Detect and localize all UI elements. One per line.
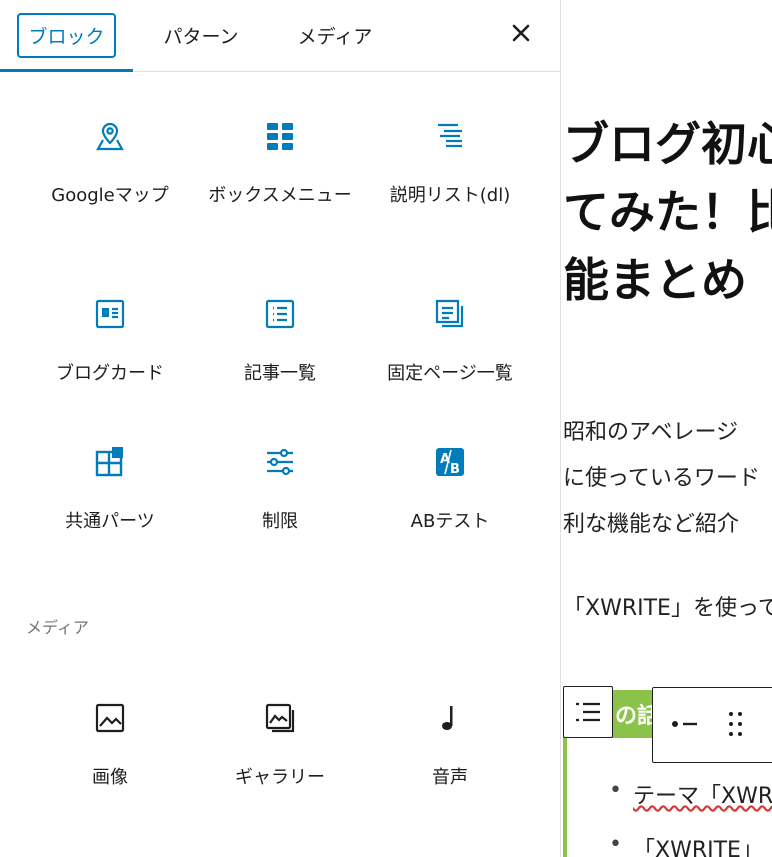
list-item-text: テーマ「XWRITE」 [633, 784, 772, 809]
block-gallery[interactable]: ギャラリー [195, 702, 365, 791]
block-label: ボックスメニュー [208, 185, 352, 206]
map-pin-icon [94, 120, 126, 152]
post-title-line: 能まとめ [563, 253, 747, 307]
list-item[interactable]: 「XWRITE」 [609, 832, 763, 857]
tab-patterns-label: パターン [163, 26, 239, 48]
block-box-menu[interactable]: ボックスメニュー [195, 120, 365, 209]
paragraph-block[interactable]: 昭和のアベレージ に使っているワード 利な機能など紹介 [563, 410, 772, 548]
block-label: 説明リスト(dl) [389, 185, 511, 206]
post-title-line: ブログ初心 [563, 117, 772, 171]
close-button[interactable] [502, 14, 540, 52]
block-label: Googleマップ [51, 185, 169, 206]
block-ab-test[interactable]: A B ABテスト [365, 446, 535, 535]
audio-icon [434, 702, 466, 734]
block-label: ギャラリー [235, 767, 325, 788]
blog-card-icon [94, 298, 126, 330]
paragraph-line: 利な機能など紹介 [563, 512, 740, 537]
list-view-button[interactable] [563, 686, 613, 738]
active-tab-indicator [0, 69, 133, 72]
image-icon [94, 702, 126, 734]
block-label: 固定ページ一覧 [387, 363, 513, 384]
tab-blocks-label: ブロック [17, 13, 116, 58]
block-label: 記事一覧 [244, 363, 316, 384]
block-blog-card[interactable]: ブログカード [25, 298, 195, 387]
ab-test-icon: A B [434, 446, 466, 478]
gallery-icon [264, 702, 296, 734]
sliders-icon [264, 446, 296, 478]
layout-parts-icon [94, 446, 126, 478]
block-label: 画像 [92, 767, 128, 788]
list-item-icon[interactable] [671, 714, 701, 734]
block-page-list[interactable]: 固定ページ一覧 [365, 298, 535, 387]
block-post-list[interactable]: 記事一覧 [195, 298, 365, 387]
section-title-media: メディア [26, 618, 89, 637]
post-title-line: てみた！比 [563, 185, 772, 239]
grid-icon [264, 120, 296, 152]
block-label: ABテスト [410, 511, 490, 532]
definition-list-icon [434, 120, 466, 152]
post-title[interactable]: ブログ初心 てみた！比 能まとめ [563, 110, 772, 314]
close-icon [512, 24, 530, 42]
list-item-text: 「XWRITE」 [633, 838, 763, 857]
svg-text:B: B [450, 462, 460, 477]
paragraph-line: 昭和のアベレージ [563, 420, 739, 445]
block-label: 音声 [432, 767, 468, 788]
editor-canvas: ブログ初心 てみた！比 能まとめ 昭和のアベレージ に使っているワード 利な機能… [561, 0, 772, 857]
drag-handle-icon[interactable] [727, 710, 745, 738]
block-audio[interactable]: 音声 [365, 702, 535, 791]
tab-media[interactable]: メディア [269, 0, 401, 71]
block-google-map[interactable]: Googleマップ [25, 120, 195, 209]
post-list-icon [264, 298, 296, 330]
block-definition-list[interactable]: 説明リスト(dl) [365, 120, 535, 209]
list-item[interactable]: テーマ「XWRITE」 [609, 778, 772, 810]
block-restriction[interactable]: 制限 [195, 446, 365, 535]
block-label: 制限 [262, 511, 298, 532]
inserter-tabs: ブロック パターン メディア [0, 0, 560, 72]
block-common-parts[interactable]: 共通パーツ [25, 446, 195, 535]
tab-blocks[interactable]: ブロック [0, 0, 133, 71]
paragraph-line: に使っているワード [563, 466, 760, 491]
block-image[interactable]: 画像 [25, 702, 195, 791]
list-icon [576, 702, 600, 722]
block-toolbar [652, 687, 772, 763]
block-label: ブログカード [56, 363, 164, 384]
tab-media-label: メディア [297, 26, 373, 48]
block-label: 共通パーツ [65, 511, 155, 532]
tab-patterns[interactable]: パターン [133, 0, 269, 71]
block-inserter-panel: ブロック パターン メディア Googleマップ ボックスメニュー 説明リスト(… [0, 0, 561, 857]
page-list-icon [434, 298, 466, 330]
paragraph-block-2[interactable]: 「XWRITE」を使って [563, 586, 772, 632]
